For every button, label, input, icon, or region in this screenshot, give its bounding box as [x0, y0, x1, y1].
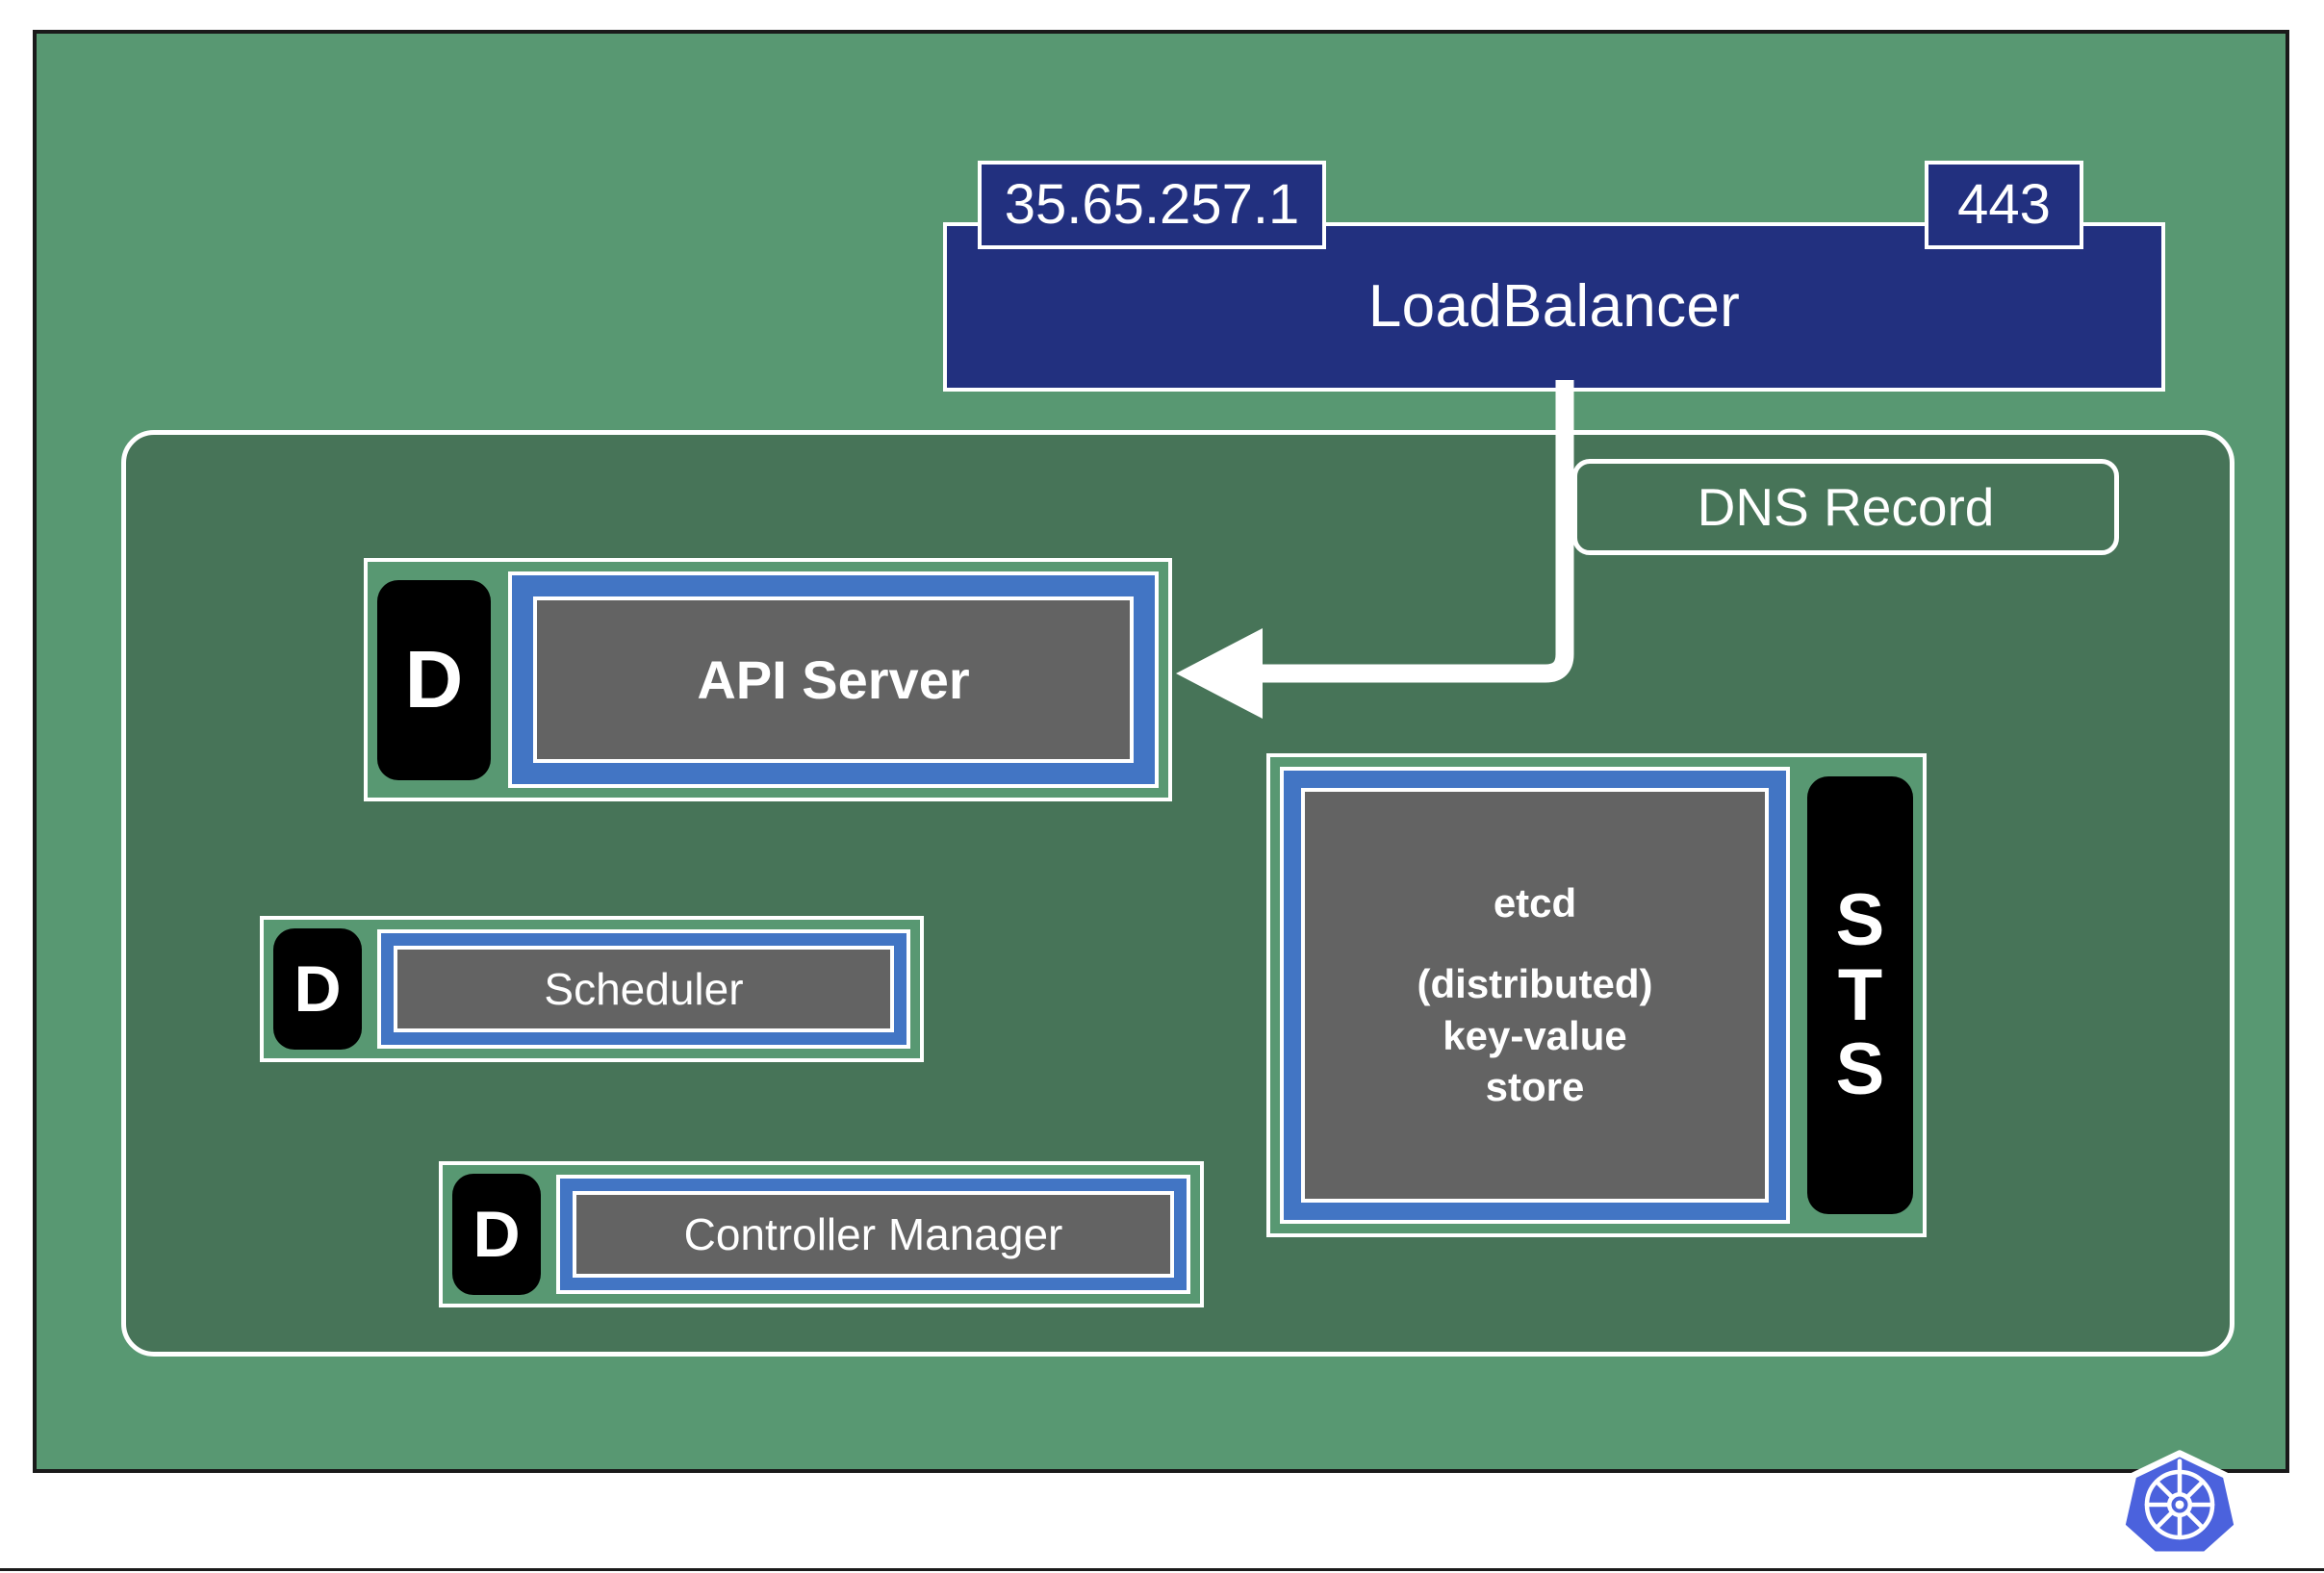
- etcd-pod-box: etcd (distributed) key-value store: [1280, 767, 1790, 1224]
- dns-record-label: DNS Record: [1697, 476, 1995, 537]
- component-api-server[interactable]: D API Server: [364, 558, 1172, 801]
- slide-canvas: LoadBalancer 35.65.257.1 443 DNS Record …: [33, 30, 2289, 1559]
- etcd-description-line-1: (distributed): [1417, 960, 1653, 1006]
- footer-title: Seed Cluster: [1749, 1475, 2098, 1535]
- api-server-label: API Server: [697, 649, 970, 710]
- etcd-description-line-3: store: [1485, 1064, 1585, 1110]
- deployment-kind-letter: D: [294, 952, 342, 1026]
- etcd-description-line-2: key-value: [1443, 1012, 1627, 1058]
- loadbalancer-ip-text: 35.65.257.1: [1004, 173, 1300, 236]
- loadbalancer-label: LoadBalancer: [1367, 273, 1741, 340]
- api-server-pod-box: API Server: [508, 571, 1159, 788]
- api-server-inner: API Server: [533, 596, 1134, 763]
- dns-record-box: DNS Record: [1572, 459, 2119, 555]
- component-scheduler[interactable]: D Scheduler: [260, 916, 924, 1062]
- scheduler-label: Scheduler: [544, 964, 744, 1014]
- controller-manager-pod-box: Controller Manager: [556, 1175, 1190, 1294]
- kubernetes-logo-icon: [2122, 1450, 2236, 1559]
- component-controller-manager[interactable]: D Controller Manager: [439, 1161, 1204, 1307]
- statefulset-kind-letter-3: S: [1835, 1028, 1885, 1111]
- deployment-kind-badge: D: [273, 928, 362, 1050]
- footer-title-regular: Cluster: [1908, 1471, 2098, 1537]
- loadbalancer-ip-badge: 35.65.257.1: [978, 161, 1326, 249]
- deployment-kind-badge: D: [452, 1174, 541, 1295]
- etcd-inner: etcd (distributed) key-value store: [1301, 788, 1769, 1203]
- statefulset-kind-letter-1: S: [1835, 879, 1885, 962]
- statefulset-kind-badge: S T S: [1807, 776, 1913, 1214]
- page-bottom-rule: [0, 1568, 2324, 1571]
- etcd-title: etcd: [1493, 880, 1577, 926]
- statefulset-kind-letter-2: T: [1837, 953, 1883, 1036]
- loadbalancer-port-badge: 443: [1925, 161, 2083, 249]
- footer-title-strong: Seed: [1749, 1471, 1893, 1537]
- component-etcd[interactable]: etcd (distributed) key-value store S T S: [1266, 753, 1927, 1237]
- loadbalancer-port-text: 443: [1957, 173, 2051, 236]
- scheduler-inner: Scheduler: [394, 946, 894, 1032]
- controller-manager-label: Controller Manager: [683, 1209, 1063, 1259]
- footer: Seed Cluster: [1749, 1448, 2236, 1561]
- deployment-kind-letter: D: [472, 1198, 521, 1271]
- deployment-kind-badge: D: [377, 579, 491, 780]
- controller-manager-inner: Controller Manager: [573, 1191, 1174, 1278]
- scheduler-pod-box: Scheduler: [377, 929, 910, 1049]
- deployment-kind-letter: D: [404, 634, 464, 724]
